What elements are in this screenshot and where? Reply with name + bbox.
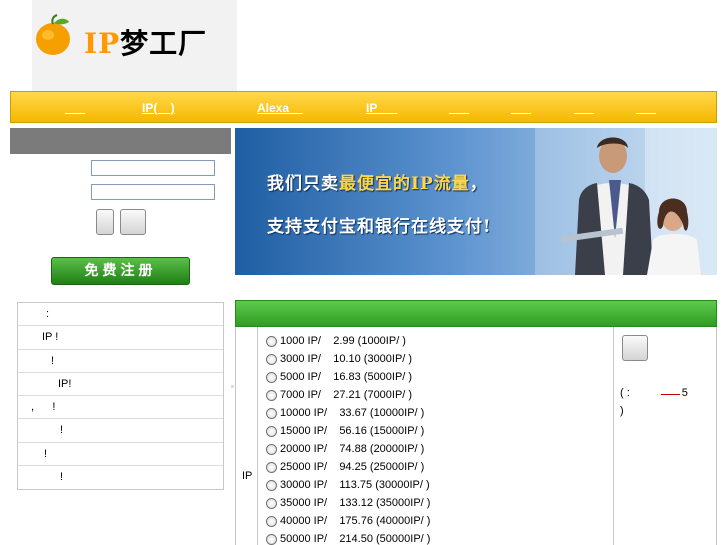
nav-item-ip[interactable]: IP___ xyxy=(366,101,397,115)
radio-button[interactable] xyxy=(266,479,277,491)
package-option[interactable]: 1000 IP/ 2.99 (1000IP/ ) xyxy=(266,332,406,350)
list-item[interactable]: : xyxy=(18,303,223,327)
order-note-line-2: ) xyxy=(620,405,624,417)
register-button[interactable]: 免费注册 xyxy=(51,257,190,285)
banner-line-1-post: ， xyxy=(469,174,488,194)
package-option[interactable]: 15000 IP/ 56.16 (15000IP/ ) xyxy=(266,422,424,440)
news-list: : IP ! ! IP! , ! ! ! ! xyxy=(17,302,224,490)
radio-button[interactable] xyxy=(266,497,277,509)
banner-line-2: 支持支付宝和银行在线支付! xyxy=(267,217,492,237)
submit-order-button[interactable] xyxy=(622,335,648,361)
package-option-label: 20000 IP/ 74.88 (20000IP/ ) xyxy=(280,443,425,455)
radio-button[interactable] xyxy=(266,515,277,527)
order-label: IP xyxy=(242,470,253,482)
radio-button[interactable] xyxy=(266,443,277,455)
nav-item-5[interactable]: ___ xyxy=(449,101,469,115)
nav-item-7[interactable]: ___ xyxy=(574,101,594,115)
package-option-label: 30000 IP/ 113.75 (30000IP/ ) xyxy=(280,479,430,491)
logo-text-cn: 梦工厂 xyxy=(120,27,208,60)
package-option-label: 50000 IP/ 214.50 (50000IP/ ) xyxy=(280,533,431,545)
radio-button[interactable] xyxy=(266,335,277,347)
nav-item-ip-buy[interactable]: IP(__) xyxy=(142,101,175,115)
radio-button[interactable] xyxy=(266,461,277,473)
radio-button[interactable] xyxy=(266,425,277,437)
list-item[interactable]: ! xyxy=(18,419,223,443)
radio-button[interactable] xyxy=(266,353,277,365)
banner-line-1: 我们只卖最便宜的IP流量， xyxy=(267,169,488,194)
business-people-photo xyxy=(535,128,717,275)
news-item-text: IP ! xyxy=(42,331,59,344)
radio-button[interactable] xyxy=(266,407,277,419)
logo-text-ip: IP xyxy=(84,27,121,60)
order-form: IP 1000 IP/ 2.99 (1000IP/ ) 3000 IP/ 10.… xyxy=(235,327,717,545)
news-item-text: : xyxy=(46,308,50,320)
package-option[interactable]: 35000 IP/ 133.12 (35000IP/ ) xyxy=(266,494,430,512)
login-header xyxy=(10,128,231,154)
logo-text: IP梦工厂 xyxy=(84,22,207,62)
nav-item-8[interactable]: ___ xyxy=(636,101,656,115)
promo-banner[interactable]: 我们只卖最便宜的IP流量， 支持支付宝和银行在线支付! xyxy=(235,128,717,275)
package-option-label: 3000 IP/ 10.10 (3000IP/ ) xyxy=(280,353,413,365)
order-options: 1000 IP/ 2.99 (1000IP/ ) 3000 IP/ 10.10 … xyxy=(258,327,614,545)
news-item-text: ! xyxy=(60,471,64,484)
package-option[interactable]: 7000 IP/ 27.21 (7000IP/ ) xyxy=(266,386,412,404)
login-button[interactable] xyxy=(96,209,114,235)
package-option-label: 7000 IP/ 27.21 (7000IP/ ) xyxy=(280,389,413,401)
package-option[interactable]: 30000 IP/ 113.75 (30000IP/ ) xyxy=(266,476,430,494)
package-option-label: 5000 IP/ 16.83 (5000IP/ ) xyxy=(280,371,413,383)
separator-dot xyxy=(231,385,234,388)
package-option-label: 10000 IP/ 33.67 (10000IP/ ) xyxy=(280,407,425,419)
reset-button[interactable] xyxy=(120,209,146,235)
news-item-text: ! xyxy=(51,354,55,367)
radio-button[interactable] xyxy=(266,371,277,383)
package-option-label: 40000 IP/ 175.76 (40000IP/ ) xyxy=(280,515,431,527)
password-input[interactable] xyxy=(91,184,215,200)
nav-item-6[interactable]: ___ xyxy=(511,101,531,115)
package-option-label: 1000 IP/ 2.99 (1000IP/ ) xyxy=(280,335,406,347)
list-item[interactable]: , ! xyxy=(18,396,223,420)
news-item-text: , ! xyxy=(31,401,56,414)
package-option-label: 25000 IP/ 94.25 (25000IP/ ) xyxy=(280,461,425,473)
nav-bar: ___ IP(__) Alexa__ IP___ ___ ___ ___ ___ xyxy=(10,91,717,123)
list-item[interactable]: IP ! xyxy=(18,326,223,350)
banner-line-1-highlight: 最便宜的IP流量 xyxy=(339,174,470,194)
news-item-text: ! xyxy=(60,424,64,437)
package-option-label: 15000 IP/ 56.16 (15000IP/ ) xyxy=(280,425,425,437)
list-item[interactable]: ! xyxy=(18,443,223,467)
order-header xyxy=(235,300,717,327)
logo[interactable]: IP梦工厂 xyxy=(32,0,237,91)
package-option[interactable]: 25000 IP/ 94.25 (25000IP/ ) xyxy=(266,458,424,476)
list-item[interactable]: IP! xyxy=(18,373,223,397)
package-option[interactable]: 5000 IP/ 16.83 (5000IP/ ) xyxy=(266,368,412,386)
package-option[interactable]: 20000 IP/ 74.88 (20000IP/ ) xyxy=(266,440,424,458)
package-option[interactable]: 40000 IP/ 175.76 (40000IP/ ) xyxy=(266,512,430,530)
news-item-text: IP! xyxy=(58,377,72,390)
package-option-label: 35000 IP/ 133.12 (35000IP/ ) xyxy=(280,497,431,509)
radio-button[interactable] xyxy=(266,533,277,545)
package-option[interactable]: 50000 IP/ 214.50 (50000IP/ ) xyxy=(266,530,430,545)
order-side-panel: ( : 5) xyxy=(614,327,716,545)
orange-icon xyxy=(36,14,70,55)
username-input[interactable] xyxy=(91,160,215,176)
news-item-text: ! xyxy=(44,447,48,460)
nav-item-home[interactable]: ___ xyxy=(65,101,85,115)
nav-item-alexa[interactable]: Alexa__ xyxy=(257,101,302,115)
order-note-line-1: ( : 5 xyxy=(620,387,688,399)
list-item[interactable]: ! xyxy=(18,466,223,489)
package-option[interactable]: 10000 IP/ 33.67 (10000IP/ ) xyxy=(266,404,424,422)
package-option[interactable]: 3000 IP/ 10.10 (3000IP/ ) xyxy=(266,350,412,368)
radio-button[interactable] xyxy=(266,389,277,401)
order-label-cell: IP xyxy=(236,327,258,545)
note-link-underline[interactable] xyxy=(661,394,680,395)
banner-line-1-pre: 我们只卖 xyxy=(267,174,339,194)
list-item[interactable]: ! xyxy=(18,350,223,373)
order-note: ( : 5) xyxy=(620,384,688,420)
